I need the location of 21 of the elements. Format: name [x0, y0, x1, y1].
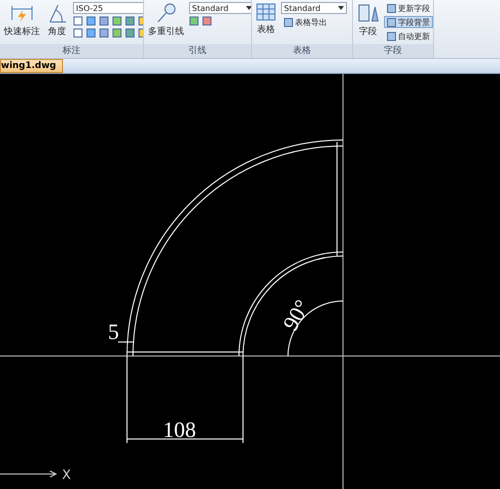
style-select[interactable]: Standard: [281, 2, 347, 14]
panel-title: 表格: [252, 44, 352, 58]
ribbon-button[interactable]: 多重引线: [147, 2, 185, 44]
ribbon-small-button[interactable]: 自动更新: [384, 30, 433, 42]
panel-title: 字段: [353, 44, 433, 58]
ribbon-small-button[interactable]: 表格导出: [281, 16, 347, 28]
style-select[interactable]: ISO-25: [73, 2, 143, 14]
document-tab[interactable]: wing1.dwg: [0, 59, 64, 73]
ribbon-button[interactable]: 角度: [45, 2, 69, 44]
ribbon-button[interactable]: 字段: [356, 2, 380, 44]
dimension-text: 108: [163, 417, 196, 442]
axis-label: X: [62, 468, 71, 483]
ribbon-button[interactable]: 表格: [255, 2, 277, 44]
ribbon-small-button[interactable]: 字段背景: [384, 16, 433, 28]
ribbon-button[interactable]: 快速标注: [3, 2, 41, 44]
panel-title: 标注: [0, 44, 143, 58]
ribbon-small-button[interactable]: 更新字段: [384, 2, 433, 14]
panel-title: 引线: [144, 44, 251, 58]
dimension-text: 5: [108, 319, 119, 344]
dimension-text: 90°: [278, 295, 315, 334]
style-select[interactable]: Standard: [189, 2, 251, 14]
